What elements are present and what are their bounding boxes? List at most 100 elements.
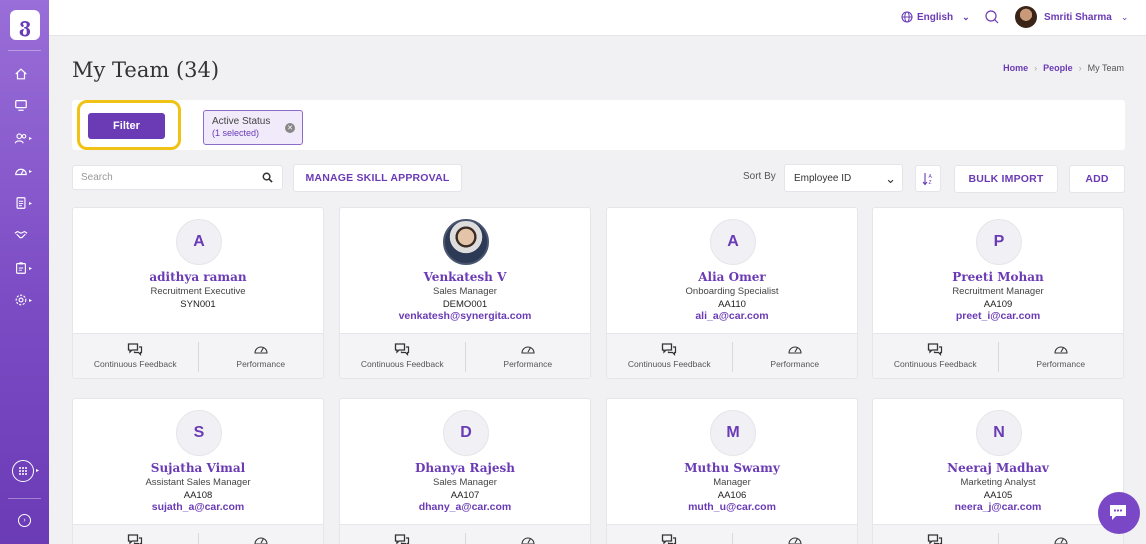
continuous-feedback-button[interactable]: Continuous Feedback: [73, 525, 198, 544]
employee-email[interactable]: dhany_a@car.com: [340, 501, 590, 513]
card-footer: Continuous FeedbackPerformance: [873, 333, 1124, 378]
employee-id: SYN001: [180, 299, 216, 310]
employee-email[interactable]: muth_u@car.com: [607, 501, 857, 513]
chat-bubbles-icon: [928, 343, 943, 356]
speedometer-icon: [788, 346, 802, 354]
user-menu[interactable]: Smriti Sharma ⌄: [1015, 6, 1128, 28]
sidebar-item-clipboard[interactable]: ▸: [14, 258, 38, 278]
app-logo[interactable]: ვ: [10, 10, 40, 40]
employee-name[interactable]: Dhanya Rajesh: [340, 461, 590, 475]
employee-name[interactable]: Muthu Swamy: [607, 461, 857, 475]
speedometer-icon: [521, 346, 535, 354]
employee-card[interactable]: D Dhanya Rajesh Sales Manager AA107 dhany_a@…: [339, 398, 591, 544]
sidebar-item-settings[interactable]: ▸: [14, 290, 38, 310]
employee-card[interactable]: A Alia Omer Onboarding Specialist AA110 ali_…: [606, 207, 858, 379]
avatar[interactable]: [443, 219, 489, 265]
employee-email[interactable]: preet_i@car.com: [873, 310, 1123, 322]
sort-by-value: Employee ID: [794, 173, 852, 184]
performance-label: Performance: [770, 359, 820, 369]
breadcrumb-home[interactable]: Home: [1003, 63, 1028, 73]
close-icon[interactable]: ✕: [285, 123, 295, 133]
sidebar-item-home[interactable]: [14, 64, 38, 84]
employee-id: AA110: [718, 299, 746, 310]
avatar[interactable]: D: [443, 410, 489, 456]
user-name: Smriti Sharma: [1044, 11, 1112, 23]
sidebar: ვ ▸ ▸ ▸ ▸ ▸ ▸ ›: [0, 0, 49, 544]
active-status-filter-chip[interactable]: Active Status (1 selected) ✕: [203, 110, 303, 145]
search-icon[interactable]: [262, 172, 273, 183]
sidebar-item-documents[interactable]: ▸: [14, 193, 38, 213]
employee-name[interactable]: Sujatha Vimal: [73, 461, 323, 475]
performance-button[interactable]: Performance: [464, 533, 591, 544]
continuous-feedback-button[interactable]: Continuous Feedback: [873, 525, 998, 544]
performance-button[interactable]: Performance: [197, 533, 324, 544]
avatar[interactable]: M: [710, 410, 756, 456]
employee-email[interactable]: ali_a@car.com: [607, 310, 857, 322]
employee-card[interactable]: N Neeraj Madhav Marketing Analyst AA105 neer…: [872, 398, 1124, 544]
avatar[interactable]: P: [976, 219, 1022, 265]
chevron-down-icon: ⌄: [1120, 11, 1129, 22]
language-selector[interactable]: English ⌄: [901, 11, 970, 23]
avatar[interactable]: S: [176, 410, 222, 456]
employee-name[interactable]: Neeraj Madhav: [873, 461, 1123, 475]
search-icon[interactable]: [984, 9, 1000, 25]
speedometer-icon: [788, 537, 802, 544]
continuous-feedback-button[interactable]: Continuous Feedback: [607, 334, 732, 378]
chat-bubbles-icon: [662, 534, 677, 544]
sidebar-item-handshake[interactable]: [14, 225, 38, 245]
chat-bubbles-icon: [662, 343, 677, 356]
sidebar-item-monitor[interactable]: [14, 95, 38, 115]
breadcrumb-people[interactable]: People: [1043, 63, 1073, 73]
chat-button[interactable]: [1098, 492, 1140, 534]
apps-grid-button[interactable]: [12, 460, 34, 482]
continuous-feedback-button[interactable]: Continuous Feedback: [340, 525, 465, 544]
employee-name[interactable]: Alia Omer: [607, 270, 857, 284]
performance-button[interactable]: Performance: [997, 342, 1124, 372]
continuous-feedback-button[interactable]: Continuous Feedback: [607, 525, 732, 544]
employee-email[interactable]: sujath_a@car.com: [73, 501, 323, 513]
avatar[interactable]: A: [176, 219, 222, 265]
employee-card[interactable]: P Preeti Mohan Recruitment Manager AA109 pre…: [872, 207, 1124, 379]
sidebar-item-performance[interactable]: ▸: [14, 161, 38, 181]
employee-name[interactable]: adithya raman: [73, 270, 323, 284]
manage-skill-approval-button[interactable]: MANAGE SKILL APPROVAL: [293, 164, 462, 192]
avatar[interactable]: N: [976, 410, 1022, 456]
sidebar-item-people[interactable]: ▸: [14, 128, 38, 148]
search-input[interactable]: [73, 166, 253, 189]
employee-card[interactable]: S Sujatha Vimal Assistant Sales Manager AA1…: [72, 398, 324, 544]
employee-email[interactable]: venkatesh@synergita.com: [340, 310, 590, 322]
performance-button[interactable]: Performance: [464, 342, 591, 372]
employee-email[interactable]: neera_j@car.com: [873, 501, 1123, 513]
employee-card[interactable]: M Muthu Swamy Manager AA106muth_u@car.com Co…: [606, 398, 858, 544]
employee-name[interactable]: Preeti Mohan: [873, 270, 1123, 284]
expand-sidebar-button[interactable]: ›: [18, 514, 31, 527]
chat-bubbles-icon: [395, 343, 410, 356]
bulk-import-button[interactable]: BULK IMPORT: [954, 165, 1058, 193]
language-label: English: [917, 11, 954, 23]
employee-name[interactable]: Venkatesh V: [340, 270, 590, 284]
employee-card[interactable]: Venkatesh V Sales Manager DEMO001 venkatesh…: [339, 207, 591, 379]
handshake-icon: [14, 230, 28, 239]
continuous-feedback-button[interactable]: Continuous Feedback: [340, 334, 465, 378]
breadcrumb-separator: ›: [1078, 63, 1082, 73]
filter-button[interactable]: Filter: [88, 113, 165, 139]
employee-card[interactable]: Aadithya raman Recruitment Executive SYN00…: [72, 207, 324, 379]
sort-by-select[interactable]: Employee ID ⌄: [784, 164, 903, 192]
search-field: [72, 165, 283, 190]
gear-icon: [15, 294, 27, 306]
add-button[interactable]: ADD: [1069, 165, 1125, 193]
chevron-right-icon: ▸: [29, 135, 33, 142]
performance-button[interactable]: Performance: [197, 342, 324, 372]
continuous-feedback-button[interactable]: Continuous Feedback: [873, 334, 998, 378]
performance-button[interactable]: Performance: [997, 533, 1124, 544]
card-footer: Continuous FeedbackPerformance: [873, 524, 1123, 544]
sort-direction-button[interactable]: AZ: [915, 165, 941, 192]
performance-label: Performance: [503, 359, 553, 369]
performance-button[interactable]: Performance: [731, 342, 858, 372]
performance-button[interactable]: Performance: [731, 533, 858, 544]
chevron-right-icon: ▸: [29, 168, 33, 175]
continuous-feedback-button[interactable]: Continuous Feedback: [73, 334, 198, 378]
breadcrumb-current: My Team: [1087, 63, 1124, 73]
sort-by-label: Sort By: [743, 171, 776, 182]
avatar[interactable]: A: [710, 219, 756, 265]
